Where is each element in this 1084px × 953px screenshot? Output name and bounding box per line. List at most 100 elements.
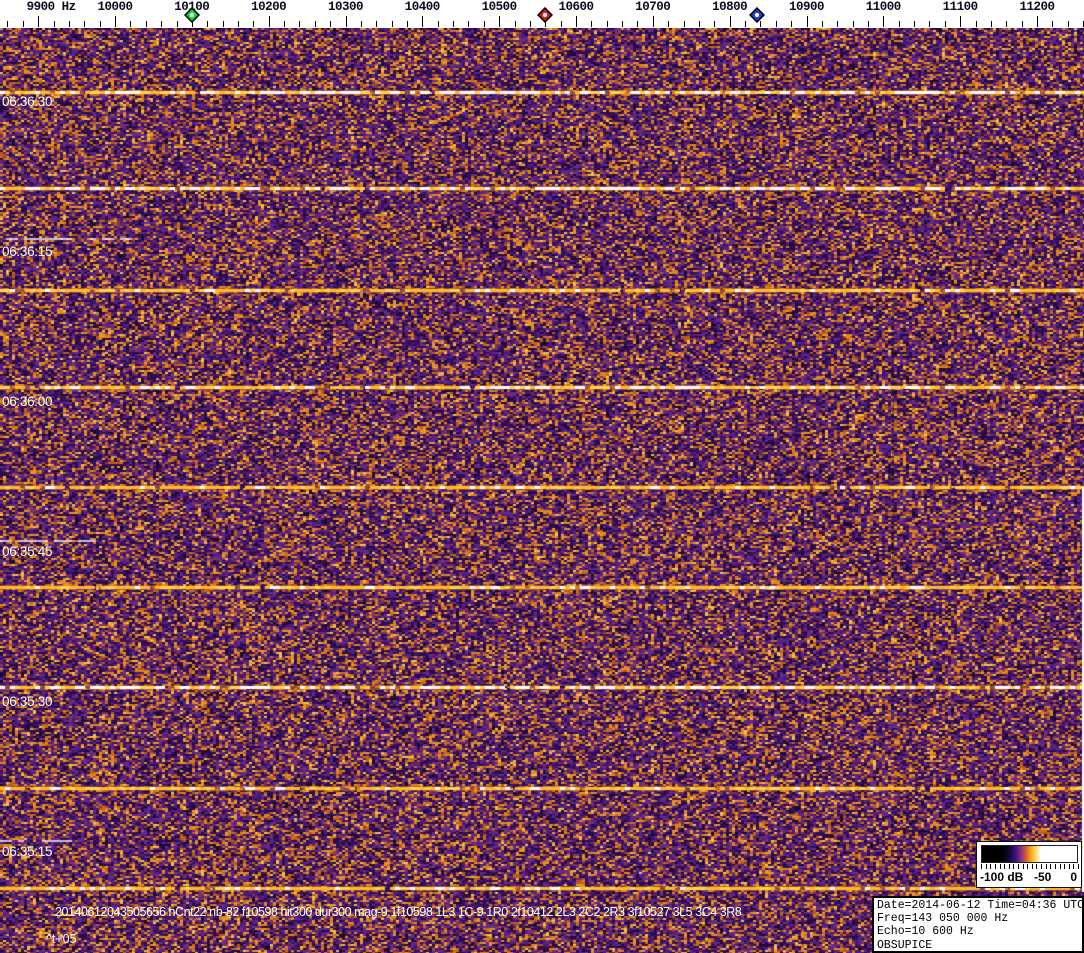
freq-tick bbox=[990, 21, 992, 27]
db-tick bbox=[1027, 864, 1029, 869]
freq-tick bbox=[284, 21, 285, 27]
db-tick bbox=[994, 864, 996, 869]
freq-tick-label: 10700 bbox=[635, 0, 671, 14]
freq-tick bbox=[1021, 21, 1023, 27]
freq-tick bbox=[468, 21, 470, 27]
freq-tick bbox=[483, 21, 485, 27]
freq-tick bbox=[606, 21, 608, 27]
freq-tick bbox=[422, 16, 424, 27]
freq-tick bbox=[391, 21, 393, 27]
freq-tick bbox=[867, 21, 869, 27]
freq-tick bbox=[883, 16, 885, 27]
db-tick bbox=[1068, 864, 1070, 869]
db-tick bbox=[1036, 864, 1038, 869]
time-label: 06:36:30 bbox=[2, 94, 53, 109]
freq-tick bbox=[852, 21, 854, 27]
frequency-marker-green-diamond-icon[interactable] bbox=[183, 6, 200, 24]
freq-tick bbox=[1052, 21, 1054, 27]
spectrogram-canvas[interactable] bbox=[0, 28, 1084, 953]
freq-tick bbox=[1067, 21, 1069, 27]
db-tick bbox=[1004, 864, 1006, 869]
freq-tick bbox=[222, 21, 224, 27]
db-tick bbox=[1059, 864, 1061, 869]
db-tick bbox=[1045, 864, 1047, 869]
freq-tick bbox=[84, 21, 86, 27]
freq-tick bbox=[637, 21, 639, 27]
db-tick bbox=[1054, 864, 1056, 869]
db-label-max: 0 bbox=[1070, 870, 1077, 884]
freq-tick bbox=[253, 21, 255, 27]
info-station: OBSUPICE bbox=[877, 938, 933, 952]
freq-tick bbox=[837, 21, 839, 27]
db-tick bbox=[999, 864, 1001, 869]
db-tick bbox=[1041, 864, 1043, 869]
db-tick bbox=[985, 864, 987, 869]
freq-tick bbox=[1006, 21, 1008, 27]
time-label: 06:36:15 bbox=[2, 244, 53, 259]
freq-tick bbox=[944, 21, 946, 27]
freq-tick bbox=[68, 21, 70, 27]
db-tick bbox=[981, 864, 982, 869]
freq-tick bbox=[330, 21, 332, 27]
freq-tick-label: 11100 bbox=[942, 0, 979, 14]
info-date-time: Date=2014-06-12 Time=04:36 UTC bbox=[877, 899, 1084, 912]
freq-tick bbox=[360, 21, 362, 27]
freq-tick bbox=[821, 21, 823, 27]
freq-tick bbox=[407, 21, 408, 27]
db-tick bbox=[1008, 864, 1010, 869]
freq-tick bbox=[745, 21, 746, 27]
db-tick bbox=[1078, 864, 1079, 869]
freq-tick bbox=[345, 16, 347, 27]
freq-tick bbox=[99, 21, 101, 27]
freq-tick-label: 10300 bbox=[327, 0, 364, 14]
freq-tick bbox=[975, 21, 977, 27]
freq-tick bbox=[791, 21, 793, 27]
waterfall-display[interactable]: 06:36:30 06:36:15 06:36:00 06:35:45 06:35:30… bbox=[0, 28, 1084, 953]
freq-tick bbox=[591, 21, 593, 27]
meteor-spectrogram-app: 9900 Hz100001010010200103001040010500106… bbox=[0, 0, 1084, 953]
db-tick bbox=[1064, 864, 1066, 869]
freq-tick bbox=[898, 21, 900, 27]
freq-tick bbox=[176, 21, 178, 27]
freq-tick-label: 10800 bbox=[712, 0, 748, 14]
frequency-marker-red-diamond-icon[interactable] bbox=[537, 6, 554, 24]
freq-tick bbox=[237, 21, 239, 27]
frequency-axis: 9900 Hz100001010010200103001040010500106… bbox=[0, 0, 1084, 28]
time-label: 06:36:00 bbox=[2, 394, 53, 409]
freq-tick bbox=[453, 21, 455, 27]
freq-tick-label: 10900 bbox=[788, 0, 825, 14]
freq-tick-label: 10600 bbox=[558, 0, 594, 14]
freq-tick-label: 10500 bbox=[481, 0, 518, 14]
colormap-gradient bbox=[981, 845, 1078, 863]
freq-tick-label: 9900 Hz bbox=[26, 0, 77, 14]
freq-tick bbox=[714, 21, 716, 27]
freq-tick bbox=[929, 21, 931, 27]
freq-tick bbox=[207, 21, 209, 27]
freq-tick bbox=[314, 21, 316, 27]
freq-tick bbox=[668, 21, 670, 27]
db-tick bbox=[1073, 864, 1075, 869]
db-scale-legend: -100 dB -50 0 bbox=[976, 841, 1082, 888]
db-tick bbox=[990, 864, 992, 869]
freq-tick bbox=[22, 21, 24, 27]
freq-tick bbox=[38, 16, 40, 27]
freq-tick-label: 11000 bbox=[865, 0, 902, 14]
freq-tick bbox=[698, 21, 700, 27]
freq-tick bbox=[960, 16, 962, 27]
freq-tick bbox=[161, 21, 163, 27]
freq-tick bbox=[376, 21, 378, 27]
time-exponent-label: ^t+05 bbox=[46, 932, 77, 946]
frequency-marker-blue-diamond-icon[interactable] bbox=[749, 6, 766, 24]
freq-tick bbox=[576, 16, 577, 27]
freq-tick-label: 10000 bbox=[97, 0, 133, 14]
freq-tick bbox=[652, 16, 654, 27]
freq-tick bbox=[268, 16, 270, 27]
freq-tick bbox=[514, 21, 516, 27]
db-tick bbox=[1013, 864, 1015, 869]
db-tick bbox=[1050, 864, 1052, 869]
db-tick bbox=[1022, 864, 1024, 869]
freq-tick-label: 10400 bbox=[404, 0, 441, 14]
freq-tick bbox=[729, 16, 731, 27]
db-tick bbox=[1031, 864, 1033, 869]
info-echo: Echo=10 600 Hz bbox=[877, 925, 974, 939]
